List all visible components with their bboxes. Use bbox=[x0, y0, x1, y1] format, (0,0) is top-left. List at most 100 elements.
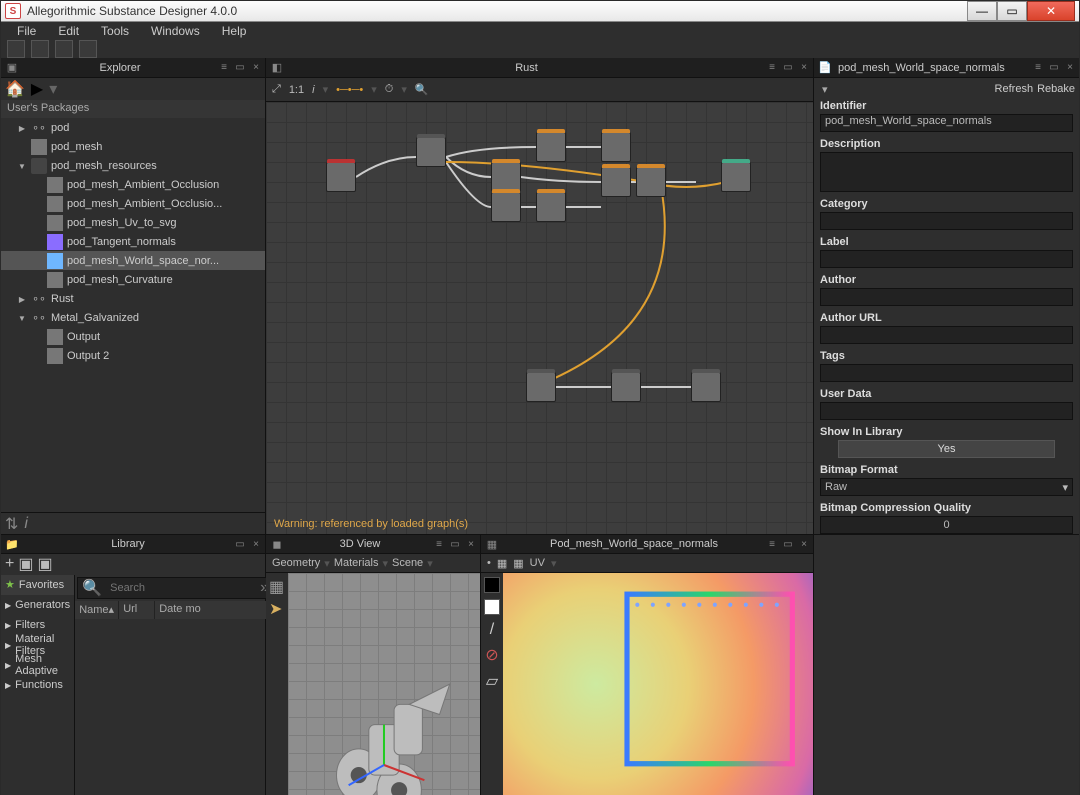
category-input[interactable] bbox=[820, 212, 1073, 230]
favorites-item[interactable]: ★Favorites bbox=[1, 575, 74, 595]
menu-windows[interactable]: Windows bbox=[141, 22, 210, 40]
menu-materials[interactable]: Materials bbox=[334, 557, 379, 569]
identifier-input[interactable]: pod_mesh_World_space_normals bbox=[820, 114, 1073, 132]
bcq-slider[interactable]: 0 bbox=[820, 516, 1073, 534]
tree-item[interactable]: ∘∘Rust bbox=[1, 289, 265, 308]
panel-dock-icon[interactable]: ≡ bbox=[765, 537, 779, 551]
panel-float-icon[interactable]: ▭ bbox=[1047, 61, 1061, 75]
new-icon[interactable] bbox=[7, 40, 25, 58]
panel-close-icon[interactable]: × bbox=[797, 537, 811, 551]
collapse-icon[interactable]: ▾ bbox=[818, 83, 991, 96]
save-icon[interactable] bbox=[55, 40, 73, 58]
col-date[interactable]: Date mo bbox=[155, 601, 276, 619]
select-tool-icon[interactable]: ▦ bbox=[269, 577, 285, 593]
tree-item[interactable]: Output bbox=[1, 327, 265, 346]
menu-tools[interactable]: Tools bbox=[91, 22, 139, 40]
library-category[interactable]: Functions bbox=[1, 675, 74, 695]
graph-node[interactable] bbox=[611, 372, 641, 402]
label-input[interactable] bbox=[820, 250, 1073, 268]
swatch-black[interactable] bbox=[484, 577, 500, 593]
tree-item[interactable]: ∘∘Metal_Galvanized bbox=[1, 308, 265, 327]
library-category[interactable]: Material Filters bbox=[1, 635, 74, 655]
tool-icon[interactable]: ▦ bbox=[513, 557, 523, 570]
tags-input[interactable] bbox=[820, 364, 1073, 382]
info-icon[interactable]: i bbox=[312, 84, 314, 96]
showlib-toggle[interactable]: Yes bbox=[838, 440, 1055, 458]
add-icon[interactable]: + bbox=[5, 555, 14, 573]
menu-geometry[interactable]: Geometry bbox=[272, 557, 320, 569]
library-category[interactable]: Mesh Adaptive bbox=[1, 655, 74, 675]
info-icon[interactable]: i bbox=[24, 515, 28, 533]
bitmapfmt-combo[interactable]: Raw▾ bbox=[820, 478, 1073, 496]
library-search[interactable]: 🔍 » bbox=[77, 577, 274, 599]
move-tool-icon[interactable]: ➤ bbox=[269, 599, 285, 615]
zoom-ratio[interactable]: 1:1 bbox=[289, 84, 304, 96]
tree-item[interactable]: pod_mesh bbox=[1, 137, 265, 156]
tree-item[interactable]: ∘∘pod bbox=[1, 118, 265, 137]
minimize-button[interactable]: — bbox=[967, 1, 997, 21]
panel-close-icon[interactable]: × bbox=[249, 61, 263, 75]
3d-viewport[interactable] bbox=[288, 573, 480, 795]
tree-item[interactable]: pod_mesh_Ambient_Occlusio... bbox=[1, 194, 265, 213]
panel-dock-icon[interactable]: ≡ bbox=[765, 61, 779, 75]
authorurl-input[interactable] bbox=[820, 326, 1073, 344]
play-icon[interactable]: ▶ bbox=[31, 79, 43, 99]
pin-icon[interactable]: • bbox=[487, 557, 491, 569]
graph-node[interactable] bbox=[601, 167, 631, 197]
graph-node[interactable] bbox=[536, 192, 566, 222]
panel-close-icon[interactable]: × bbox=[797, 61, 811, 75]
library-category[interactable]: Filters bbox=[1, 615, 74, 635]
no-icon[interactable]: ⊘ bbox=[485, 645, 498, 665]
explorer-home-icon[interactable]: 🏠 bbox=[5, 79, 25, 99]
graph-node[interactable] bbox=[326, 162, 356, 192]
maximize-button[interactable]: ▭ bbox=[997, 1, 1027, 21]
panel-dock-icon[interactable]: ≡ bbox=[217, 61, 231, 75]
2d-viewport[interactable]: 2048 x 2048 (RGBA, 8bp) bbox=[503, 573, 813, 795]
tool-icon[interactable]: ▦ bbox=[497, 557, 507, 570]
panel-dock-icon[interactable]: ≡ bbox=[432, 537, 446, 551]
close-button[interactable]: ✕ bbox=[1027, 1, 1075, 21]
folder-icon[interactable]: ▣ bbox=[37, 554, 52, 574]
graph-node[interactable] bbox=[636, 167, 666, 197]
saveall-icon[interactable] bbox=[79, 40, 97, 58]
graph-node[interactable] bbox=[491, 162, 521, 192]
mapping-icon[interactable]: ⇅ bbox=[5, 514, 18, 534]
refresh-button[interactable]: Refresh bbox=[995, 83, 1034, 95]
menu-file[interactable]: File bbox=[7, 22, 46, 40]
tree-item-selected[interactable]: pod_mesh_World_space_nor... bbox=[1, 251, 265, 270]
tree-item[interactable]: pod_Tangent_normals bbox=[1, 232, 265, 251]
panel-float-icon[interactable]: ▭ bbox=[781, 537, 795, 551]
tree-item[interactable]: pod_mesh_Uv_to_svg bbox=[1, 213, 265, 232]
graph-canvas[interactable] bbox=[266, 102, 813, 534]
panel-close-icon[interactable]: × bbox=[1063, 61, 1077, 75]
author-input[interactable] bbox=[820, 288, 1073, 306]
panel-float-icon[interactable]: ▭ bbox=[448, 537, 462, 551]
panel-close-icon[interactable]: × bbox=[249, 537, 263, 551]
library-category[interactable]: Generators bbox=[1, 595, 74, 615]
folder-icon[interactable]: ▣ bbox=[18, 554, 33, 574]
graph-node[interactable] bbox=[416, 137, 446, 167]
menu-edit[interactable]: Edit bbox=[48, 22, 89, 40]
search-icon[interactable]: 🔍 bbox=[415, 83, 429, 96]
open-icon[interactable] bbox=[31, 40, 49, 58]
rebake-button[interactable]: Rebake bbox=[1037, 83, 1075, 95]
search-input[interactable] bbox=[106, 582, 256, 594]
uv-label[interactable]: UV bbox=[530, 557, 545, 569]
flow-icon[interactable]: •─•─• bbox=[336, 84, 363, 96]
tree-item[interactable]: pod_mesh_Ambient_Occlusion bbox=[1, 175, 265, 194]
col-url[interactable]: Url bbox=[119, 601, 155, 619]
graph-node[interactable] bbox=[491, 192, 521, 222]
brush-icon[interactable]: / bbox=[490, 621, 494, 639]
graph-node[interactable] bbox=[536, 132, 566, 162]
fit-icon[interactable]: ⤢ bbox=[272, 83, 281, 96]
menu-help[interactable]: Help bbox=[212, 22, 257, 40]
eraser-icon[interactable]: ▱ bbox=[486, 671, 498, 691]
description-input[interactable] bbox=[820, 152, 1073, 192]
tree-item[interactable]: pod_mesh_Curvature bbox=[1, 270, 265, 289]
tree-item[interactable]: pod_mesh_resources bbox=[1, 156, 265, 175]
panel-close-icon[interactable]: × bbox=[464, 537, 478, 551]
graph-node[interactable] bbox=[601, 132, 631, 162]
panel-dock-icon[interactable]: ≡ bbox=[1031, 61, 1045, 75]
timer-icon[interactable]: ⏱ bbox=[385, 83, 394, 96]
graph-node[interactable] bbox=[691, 372, 721, 402]
